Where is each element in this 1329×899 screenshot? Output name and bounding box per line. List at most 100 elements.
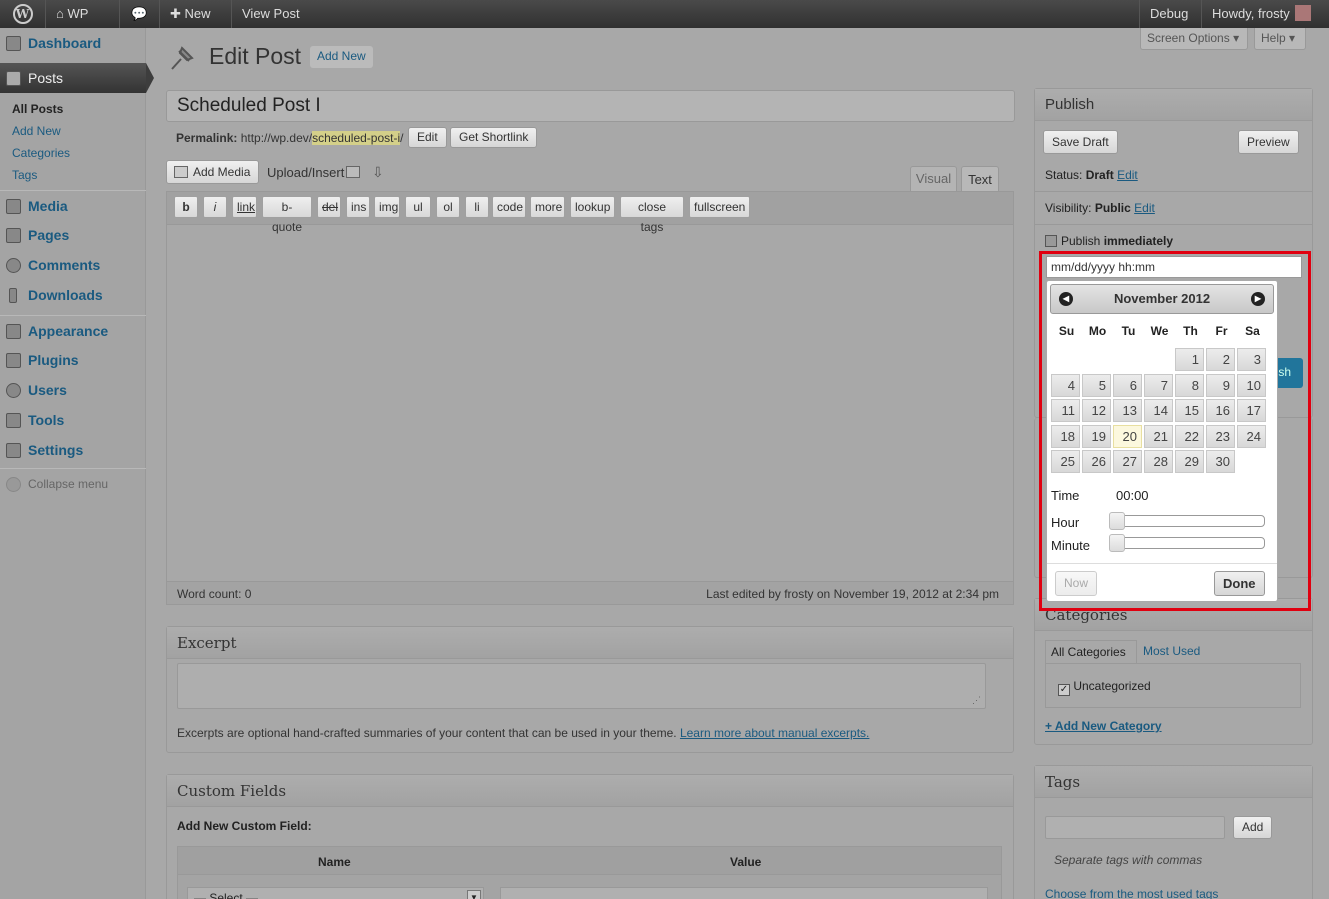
calendar-day[interactable]: 28 <box>1144 450 1173 473</box>
new-tag-input[interactable] <box>1045 816 1225 839</box>
tab-text[interactable]: Text <box>961 166 999 192</box>
quicktag-img-button[interactable]: img <box>374 196 400 218</box>
sidebar-item-pages[interactable]: Pages <box>0 220 146 250</box>
tags-heading[interactable]: Tags <box>1035 766 1312 798</box>
publish-heading[interactable]: Publish <box>1035 89 1312 121</box>
save-draft-button[interactable]: Save Draft <box>1043 130 1118 154</box>
quicktag-fullscreen-button[interactable]: fullscreen <box>689 196 750 218</box>
howdy-user-menu[interactable]: Howdy, frosty <box>1201 0 1329 28</box>
learn-more-excerpts-link[interactable]: Learn more about manual excerpts. <box>680 726 869 740</box>
calendar-day[interactable]: 24 <box>1237 424 1266 448</box>
sidebar-item-tools[interactable]: Tools <box>0 405 146 435</box>
category-item[interactable]: ✓ Uncategorized <box>1058 679 1151 696</box>
quicktag-ul-button[interactable]: ul <box>405 196 431 218</box>
calendar-day[interactable]: 30 <box>1206 450 1235 473</box>
sidebar-item-appearance[interactable]: Appearance <box>0 315 146 345</box>
calendar-day[interactable]: 5 <box>1082 373 1111 397</box>
calendar-day[interactable]: 17 <box>1237 399 1266 422</box>
calendar-day[interactable]: 27 <box>1113 450 1142 473</box>
edit-visibility-link[interactable]: Edit <box>1134 201 1155 215</box>
tab-all-categories[interactable]: All Categories <box>1045 640 1137 664</box>
quicktag-ol-button[interactable]: ol <box>436 196 460 218</box>
calendar-day[interactable]: 25 <box>1051 450 1080 473</box>
edit-status-link[interactable]: Edit <box>1117 168 1138 182</box>
calendar-day[interactable]: 19 <box>1082 424 1111 448</box>
custom-fields-heading[interactable]: Custom Fields <box>167 775 1013 807</box>
resize-grip-icon[interactable]: ⋰ <box>972 695 981 706</box>
site-name-link[interactable]: ⌂ WP Dev <box>46 0 120 49</box>
add-new-post-button[interactable]: Add New <box>310 46 373 68</box>
get-shortlink-button[interactable]: Get Shortlink <box>450 127 538 148</box>
sidebar-item-downloads[interactable]: Downloads <box>0 280 146 310</box>
add-new-category-link[interactable]: + Add New Category <box>1045 719 1162 733</box>
tab-most-used[interactable]: Most Used <box>1143 644 1200 658</box>
done-button[interactable]: Done <box>1214 571 1265 596</box>
quicktag-li-button[interactable]: li <box>465 196 489 218</box>
sidebar-item-settings[interactable]: Settings <box>0 435 146 465</box>
sidebar-item-dashboard[interactable]: Dashboard <box>0 28 146 58</box>
hour-slider-handle[interactable] <box>1109 512 1125 530</box>
quicktag-code-button[interactable]: code <box>492 196 526 218</box>
custom-field-key-select[interactable]: — Select — ▼ <box>187 887 484 899</box>
permalink-slug[interactable]: scheduled-post-i <box>312 131 401 145</box>
download-arrow-icon[interactable]: ⇩ <box>372 164 384 181</box>
sidebar-item-users[interactable]: Users <box>0 375 146 405</box>
quicktag-del-button[interactable]: del <box>317 196 341 218</box>
choose-most-used-tags-link[interactable]: Choose from the most used tags <box>1045 887 1218 899</box>
quicktag-link-button[interactable]: link <box>232 196 257 218</box>
quicktag-ins-button[interactable]: ins <box>346 196 370 218</box>
preview-button[interactable]: Preview <box>1238 130 1299 154</box>
calendar-day[interactable]: 3 <box>1237 348 1266 371</box>
collapse-menu-button[interactable]: Collapse menu <box>0 468 146 498</box>
wordpress-logo-icon[interactable]: W <box>0 0 46 28</box>
calendar-day[interactable]: 26 <box>1082 450 1111 473</box>
sidebar-item-comments[interactable]: Comments <box>0 250 146 280</box>
quicktag-more-button[interactable]: more <box>530 196 565 218</box>
calendar-day[interactable]: 9 <box>1206 373 1235 397</box>
sidebar-sub-add-new[interactable]: Add New <box>12 124 61 138</box>
checkbox-checked-icon[interactable]: ✓ <box>1058 684 1070 696</box>
next-month-icon[interactable]: ▶ <box>1251 292 1265 306</box>
publish-datetime-input[interactable]: mm/dd/yyyy hh:mm <box>1046 256 1302 278</box>
quicktag-b-quote-button[interactable]: b-quote <box>262 196 312 234</box>
calendar-day[interactable]: 12 <box>1082 399 1111 422</box>
permalink-edit-button[interactable]: Edit <box>408 127 447 148</box>
calendar-day[interactable]: 20 <box>1113 424 1142 448</box>
hour-slider[interactable] <box>1109 512 1265 530</box>
calendar-day[interactable]: 22 <box>1175 424 1204 448</box>
minute-slider-handle[interactable] <box>1109 534 1125 552</box>
post-content-textarea[interactable] <box>167 225 1013 581</box>
view-post-link[interactable]: View Post <box>232 0 310 28</box>
calendar-day[interactable]: 6 <box>1113 373 1142 397</box>
debug-menu[interactable]: Debug <box>1139 0 1201 28</box>
calendar-day[interactable]: 13 <box>1113 399 1142 422</box>
sidebar-sub-tags[interactable]: Tags <box>12 168 37 182</box>
now-button[interactable]: Now <box>1055 571 1098 596</box>
prev-month-icon[interactable]: ◀ <box>1059 292 1073 306</box>
excerpt-textarea[interactable]: ⋰ <box>177 663 986 709</box>
calendar-day[interactable]: 29 <box>1175 450 1204 473</box>
calendar-day[interactable]: 1 <box>1175 348 1204 371</box>
add-media-icon[interactable] <box>346 166 360 178</box>
add-tag-button[interactable]: Add <box>1233 816 1273 839</box>
quicktag-i-button[interactable]: i <box>203 196 227 218</box>
sidebar-sub-categories[interactable]: Categories <box>12 146 70 160</box>
new-content-button[interactable]: ✚ New <box>160 0 232 28</box>
calendar-day[interactable]: 18 <box>1051 424 1080 448</box>
calendar-day[interactable]: 15 <box>1175 399 1204 422</box>
calendar-day[interactable]: 16 <box>1206 399 1235 422</box>
comments-bubble-icon[interactable]: 💬 <box>120 0 160 28</box>
sidebar-item-media[interactable]: Media <box>0 190 146 220</box>
calendar-day[interactable]: 23 <box>1206 424 1235 448</box>
calendar-day[interactable]: 4 <box>1051 373 1080 397</box>
help-tab[interactable]: Help ▾ <box>1254 28 1306 50</box>
add-media-button[interactable]: Add Media <box>166 160 260 184</box>
custom-field-value-input[interactable] <box>500 887 988 899</box>
tab-visual[interactable]: Visual <box>910 166 957 191</box>
sidebar-item-posts[interactable]: Posts <box>0 63 154 93</box>
calendar-day[interactable]: 11 <box>1051 399 1080 422</box>
quicktag-b-button[interactable]: b <box>174 196 198 218</box>
calendar-day[interactable]: 7 <box>1144 373 1173 397</box>
quicktag-lookup-button[interactable]: lookup <box>570 196 615 218</box>
sidebar-item-plugins[interactable]: Plugins <box>0 345 146 375</box>
